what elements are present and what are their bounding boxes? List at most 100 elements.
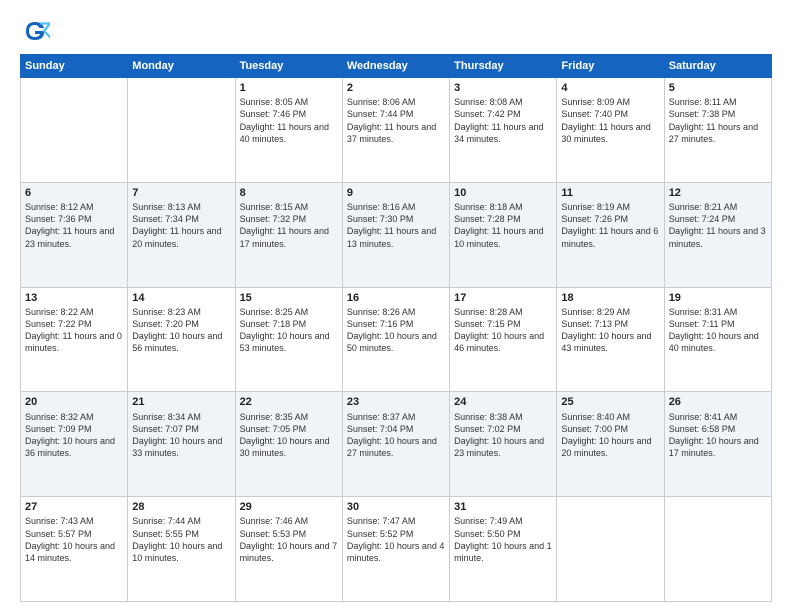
calendar-cell: 4Sunrise: 8:09 AM Sunset: 7:40 PM Daylig… — [557, 78, 664, 183]
calendar-cell — [557, 497, 664, 602]
day-number: 20 — [25, 395, 123, 409]
calendar-cell: 26 Sunrise: 8:41 AM Sunset: 6:58 PM Dayli… — [664, 392, 771, 497]
day-number: 17 — [454, 291, 552, 305]
day-info: Sunrise: 8:38 AM Sunset: 7:02 PM Dayligh… — [454, 411, 552, 460]
day-number: 10 — [454, 186, 552, 200]
day-number: 2 — [347, 81, 445, 95]
day-info: Sunrise: 8:15 AM Sunset: 7:32 PM Dayligh… — [240, 201, 338, 250]
day-number: 30 — [347, 500, 445, 514]
day-info: Sunrise: 7:47 AM Sunset: 5:52 PM Dayligh… — [347, 515, 445, 564]
day-number: 24 — [454, 395, 552, 409]
calendar-cell: 1Sunrise: 8:05 AM Sunset: 7:46 PM Daylig… — [235, 78, 342, 183]
day-info: Sunrise: 8:23 AM Sunset: 7:20 PM Dayligh… — [132, 306, 230, 355]
calendar-cell: 25 Sunrise: 8:40 AM Sunset: 7:00 PM Dayli… — [557, 392, 664, 497]
calendar-header-sunday: Sunday — [21, 55, 128, 78]
day-info: Sunrise: 8:16 AM Sunset: 7:30 PM Dayligh… — [347, 201, 445, 250]
day-info: Sunrise: 8:31 AM Sunset: 7:11 PM Dayligh… — [669, 306, 767, 355]
logo — [20, 16, 54, 46]
calendar-week-0: 1Sunrise: 8:05 AM Sunset: 7:46 PM Daylig… — [21, 78, 772, 183]
calendar-cell: 17Sunrise: 8:28 AM Sunset: 7:15 PM Dayli… — [450, 287, 557, 392]
calendar-cell — [664, 497, 771, 602]
calendar-header-monday: Monday — [128, 55, 235, 78]
day-number: 1 — [240, 81, 338, 95]
day-number: 15 — [240, 291, 338, 305]
calendar-cell: 12Sunrise: 8:21 AM Sunset: 7:24 PM Dayli… — [664, 182, 771, 287]
day-info: Sunrise: 8:21 AM Sunset: 7:24 PM Dayligh… — [669, 201, 767, 250]
calendar-cell: 29Sunrise: 7:46 AM Sunset: 5:53 PM Dayli… — [235, 497, 342, 602]
calendar-week-3: 20Sunrise: 8:32 AM Sunset: 7:09 PM Dayli… — [21, 392, 772, 497]
day-number: 4 — [561, 81, 659, 95]
calendar-cell: 14Sunrise: 8:23 AM Sunset: 7:20 PM Dayli… — [128, 287, 235, 392]
day-number: 18 — [561, 291, 659, 305]
calendar-cell: 23 Sunrise: 8:37 AM Sunset: 7:04 PM Dayli… — [342, 392, 449, 497]
calendar-header-thursday: Thursday — [450, 55, 557, 78]
day-info: Sunrise: 8:40 AM Sunset: 7:00 PM Dayligh… — [561, 411, 659, 460]
day-number: 3 — [454, 81, 552, 95]
day-number: 25 — [561, 395, 659, 409]
calendar-cell: 3Sunrise: 8:08 AM Sunset: 7:42 PM Daylig… — [450, 78, 557, 183]
day-number: 6 — [25, 186, 123, 200]
day-number: 14 — [132, 291, 230, 305]
calendar-cell: 11Sunrise: 8:19 AM Sunset: 7:26 PM Dayli… — [557, 182, 664, 287]
calendar-cell: 2Sunrise: 8:06 AM Sunset: 7:44 PM Daylig… — [342, 78, 449, 183]
calendar-header-tuesday: Tuesday — [235, 55, 342, 78]
day-info: Sunrise: 8:41 AM Sunset: 6:58 PM Dayligh… — [669, 411, 767, 460]
calendar-cell — [21, 78, 128, 183]
calendar-cell: 21 Sunrise: 8:34 AM Sunset: 7:07 PM Dayli… — [128, 392, 235, 497]
day-info: Sunrise: 7:43 AM Sunset: 5:57 PM Dayligh… — [25, 515, 123, 564]
calendar-cell: 20Sunrise: 8:32 AM Sunset: 7:09 PM Dayli… — [21, 392, 128, 497]
day-number: 28 — [132, 500, 230, 514]
calendar-cell — [128, 78, 235, 183]
calendar-cell: 27Sunrise: 7:43 AM Sunset: 5:57 PM Dayli… — [21, 497, 128, 602]
calendar-cell: 8Sunrise: 8:15 AM Sunset: 7:32 PM Daylig… — [235, 182, 342, 287]
day-number: 22 — [240, 395, 338, 409]
day-number: 9 — [347, 186, 445, 200]
day-info: Sunrise: 7:46 AM Sunset: 5:53 PM Dayligh… — [240, 515, 338, 564]
day-info: Sunrise: 8:12 AM Sunset: 7:36 PM Dayligh… — [25, 201, 123, 250]
day-info: Sunrise: 8:35 AM Sunset: 7:05 PM Dayligh… — [240, 411, 338, 460]
calendar-header-wednesday: Wednesday — [342, 55, 449, 78]
day-info: Sunrise: 8:34 AM Sunset: 7:07 PM Dayligh… — [132, 411, 230, 460]
day-info: Sunrise: 8:37 AM Sunset: 7:04 PM Dayligh… — [347, 411, 445, 460]
calendar-cell: 19Sunrise: 8:31 AM Sunset: 7:11 PM Dayli… — [664, 287, 771, 392]
calendar-cell: 18Sunrise: 8:29 AM Sunset: 7:13 PM Dayli… — [557, 287, 664, 392]
calendar-cell: 22 Sunrise: 8:35 AM Sunset: 7:05 PM Dayli… — [235, 392, 342, 497]
logo-icon — [20, 16, 50, 46]
calendar-cell: 13Sunrise: 8:22 AM Sunset: 7:22 PM Dayli… — [21, 287, 128, 392]
calendar-cell: 5Sunrise: 8:11 AM Sunset: 7:38 PM Daylig… — [664, 78, 771, 183]
calendar-cell: 24 Sunrise: 8:38 AM Sunset: 7:02 PM Dayli… — [450, 392, 557, 497]
calendar-week-4: 27Sunrise: 7:43 AM Sunset: 5:57 PM Dayli… — [21, 497, 772, 602]
day-number: 8 — [240, 186, 338, 200]
day-number: 7 — [132, 186, 230, 200]
day-info: Sunrise: 8:25 AM Sunset: 7:18 PM Dayligh… — [240, 306, 338, 355]
calendar-header-row: SundayMondayTuesdayWednesdayThursdayFrid… — [21, 55, 772, 78]
day-info: Sunrise: 8:19 AM Sunset: 7:26 PM Dayligh… — [561, 201, 659, 250]
day-info: Sunrise: 8:18 AM Sunset: 7:28 PM Dayligh… — [454, 201, 552, 250]
calendar-cell: 28Sunrise: 7:44 AM Sunset: 5:55 PM Dayli… — [128, 497, 235, 602]
calendar-cell: 10Sunrise: 8:18 AM Sunset: 7:28 PM Dayli… — [450, 182, 557, 287]
day-number: 29 — [240, 500, 338, 514]
day-info: Sunrise: 8:13 AM Sunset: 7:34 PM Dayligh… — [132, 201, 230, 250]
day-info: Sunrise: 8:09 AM Sunset: 7:40 PM Dayligh… — [561, 96, 659, 145]
calendar-header-friday: Friday — [557, 55, 664, 78]
calendar-cell: 6Sunrise: 8:12 AM Sunset: 7:36 PM Daylig… — [21, 182, 128, 287]
calendar-header-saturday: Saturday — [664, 55, 771, 78]
calendar-week-2: 13Sunrise: 8:22 AM Sunset: 7:22 PM Dayli… — [21, 287, 772, 392]
day-info: Sunrise: 8:11 AM Sunset: 7:38 PM Dayligh… — [669, 96, 767, 145]
day-number: 27 — [25, 500, 123, 514]
day-number: 26 — [669, 395, 767, 409]
calendar-cell: 31Sunrise: 7:49 AM Sunset: 5:50 PM Dayli… — [450, 497, 557, 602]
calendar-week-1: 6Sunrise: 8:12 AM Sunset: 7:36 PM Daylig… — [21, 182, 772, 287]
day-number: 21 — [132, 395, 230, 409]
calendar-table: SundayMondayTuesdayWednesdayThursdayFrid… — [20, 54, 772, 602]
calendar-cell: 16Sunrise: 8:26 AM Sunset: 7:16 PM Dayli… — [342, 287, 449, 392]
day-info: Sunrise: 8:28 AM Sunset: 7:15 PM Dayligh… — [454, 306, 552, 355]
day-number: 31 — [454, 500, 552, 514]
calendar-cell: 7Sunrise: 8:13 AM Sunset: 7:34 PM Daylig… — [128, 182, 235, 287]
day-info: Sunrise: 7:44 AM Sunset: 5:55 PM Dayligh… — [132, 515, 230, 564]
calendar-cell: 9Sunrise: 8:16 AM Sunset: 7:30 PM Daylig… — [342, 182, 449, 287]
day-number: 19 — [669, 291, 767, 305]
day-number: 13 — [25, 291, 123, 305]
day-number: 23 — [347, 395, 445, 409]
day-info: Sunrise: 8:29 AM Sunset: 7:13 PM Dayligh… — [561, 306, 659, 355]
